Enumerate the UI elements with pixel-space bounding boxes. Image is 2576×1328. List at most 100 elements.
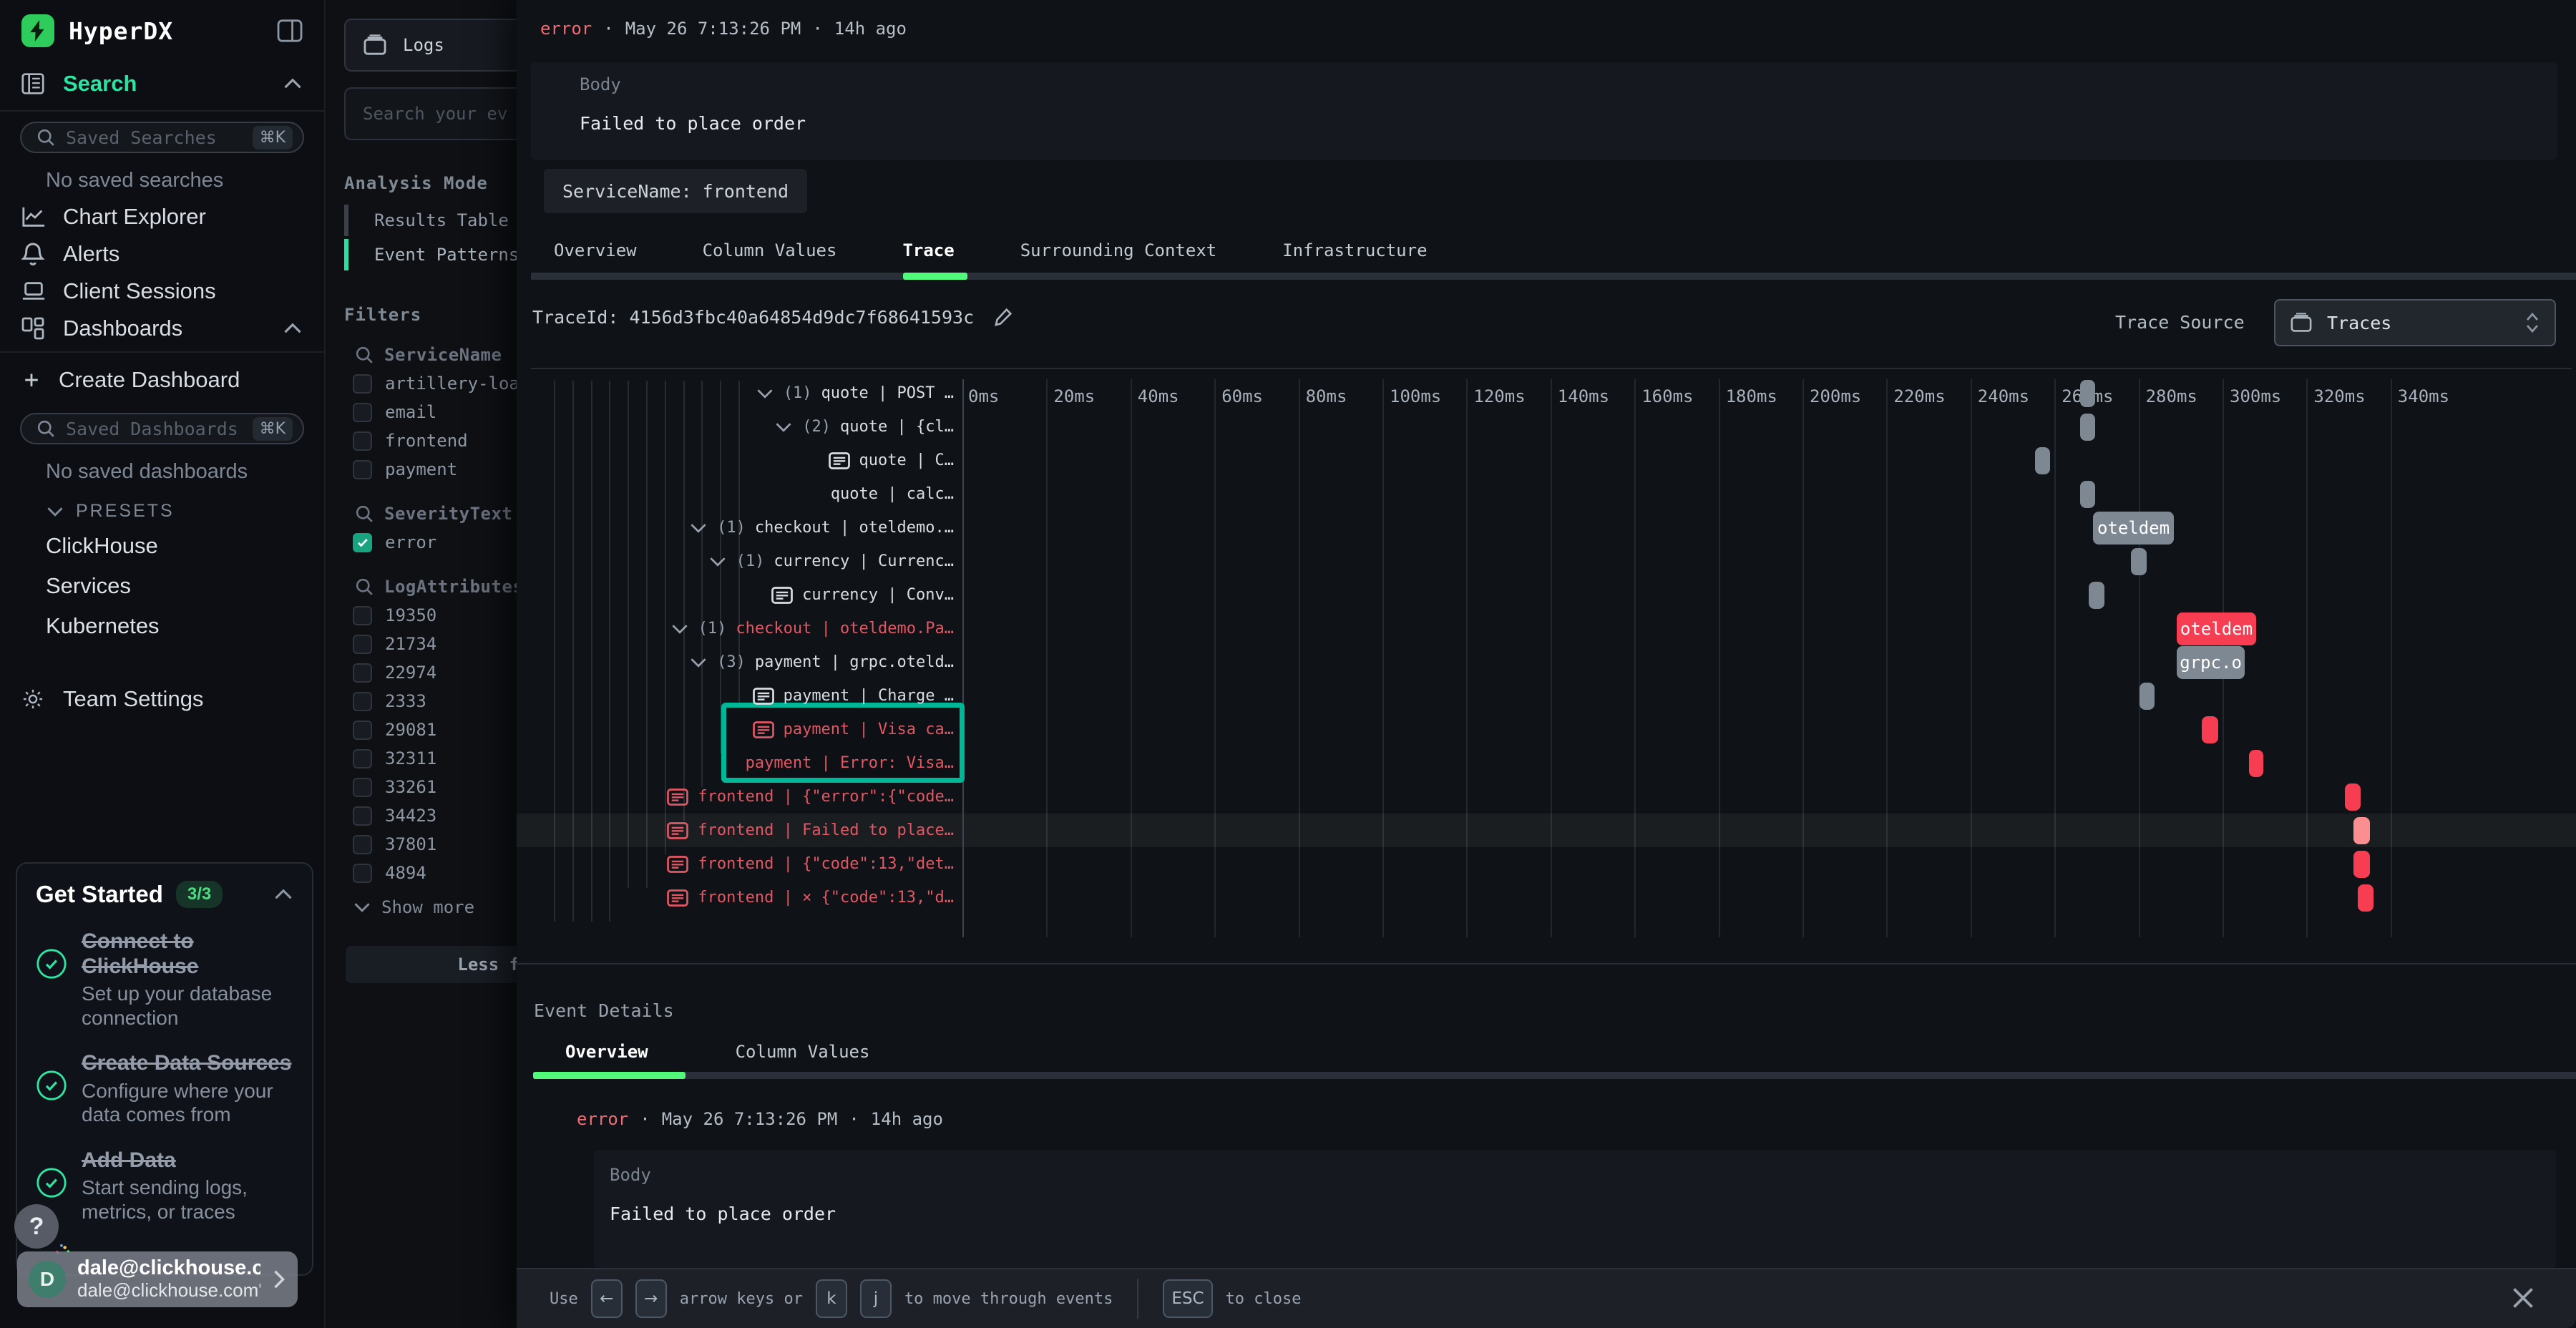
filter-group-name: ServiceName bbox=[384, 345, 502, 365]
span-row[interactable]: payment | Error: Visa… bbox=[545, 746, 954, 780]
user-account-chip[interactable]: D dale@clickhouse.com dale@clickhouse.co… bbox=[17, 1251, 298, 1307]
panel-tabs: Overview Column Values Trace Surrounding Co… bbox=[554, 240, 1428, 260]
span-row[interactable]: frontend | Failed to place… bbox=[545, 814, 954, 847]
span-row[interactable]: (1)currency | Currenc… bbox=[545, 545, 954, 578]
chevron-down-icon[interactable] bbox=[756, 388, 774, 399]
span-bar[interactable] bbox=[2089, 582, 2104, 609]
chevron-down-icon[interactable] bbox=[670, 623, 689, 635]
sidebar-item-kubernetes[interactable]: Kubernetes bbox=[0, 606, 324, 646]
span-row[interactable]: currency | Conv… bbox=[545, 578, 954, 612]
checkbox[interactable] bbox=[353, 606, 372, 625]
span-row[interactable]: payment | Visa ca… bbox=[545, 713, 954, 746]
event-details-tab-column-values[interactable]: Column Values bbox=[736, 1042, 870, 1062]
create-dashboard-button[interactable]: + Create Dashboard bbox=[0, 357, 324, 403]
active-tab-underline bbox=[533, 1072, 686, 1079]
saved-dashboards-placeholder: Saved Dashboards bbox=[66, 419, 243, 439]
checkbox[interactable] bbox=[353, 864, 372, 883]
service-name-tag[interactable]: ServiceName: frontend bbox=[544, 169, 807, 213]
tab-overview[interactable]: Overview bbox=[554, 240, 637, 260]
get-started-item[interactable]: Create Data SourcesConfigure where your … bbox=[36, 1051, 293, 1127]
checkbox[interactable] bbox=[353, 806, 372, 826]
span-row[interactable]: (1)quote | POST … bbox=[545, 376, 954, 410]
checkbox[interactable] bbox=[353, 533, 372, 552]
chevron-up-icon[interactable] bbox=[273, 888, 293, 901]
saved-searches-input[interactable]: Saved Searches ⌘K bbox=[20, 122, 304, 153]
span-row[interactable]: (3)payment | grpc.oteld… bbox=[545, 645, 954, 679]
span-bar[interactable] bbox=[2080, 414, 2095, 441]
checkbox[interactable] bbox=[353, 374, 372, 394]
chevron-down-icon[interactable] bbox=[708, 556, 727, 567]
sidebar-item-client-sessions[interactable]: Client Sessions bbox=[0, 273, 324, 310]
checkbox[interactable] bbox=[353, 635, 372, 654]
chevron-right-icon bbox=[272, 1269, 286, 1290]
log-doc-icon bbox=[753, 687, 774, 706]
span-bar[interactable] bbox=[2353, 851, 2370, 878]
sidebar-item-services[interactable]: Services bbox=[0, 566, 324, 606]
log-doc-icon bbox=[829, 451, 850, 470]
span-bar[interactable] bbox=[2140, 683, 2155, 710]
sidebar-item-alerts[interactable]: Alerts bbox=[0, 235, 324, 273]
span-bar[interactable]: grpc.o bbox=[2177, 646, 2245, 679]
checkbox[interactable] bbox=[353, 460, 372, 479]
span-row[interactable]: quote | calc… bbox=[545, 477, 954, 511]
sidebar-item-clickhouse[interactable]: ClickHouse bbox=[0, 526, 324, 566]
sidebar-section-search[interactable]: Search bbox=[0, 62, 324, 106]
trace-source-select[interactable]: Traces bbox=[2274, 299, 2556, 346]
tab-trace[interactable]: Trace bbox=[902, 240, 954, 260]
span-bar[interactable]: oteldem bbox=[2177, 612, 2256, 645]
get-started-item[interactable]: Connect to ClickHouseSet up your databas… bbox=[36, 929, 293, 1030]
waterfall-pane-divider[interactable] bbox=[962, 379, 964, 937]
sidebar-item-chart-explorer[interactable]: Chart Explorer bbox=[0, 198, 324, 235]
checkbox[interactable] bbox=[353, 431, 372, 451]
span-bar[interactable] bbox=[2345, 783, 2361, 811]
span-bar[interactable] bbox=[2358, 884, 2374, 912]
span-bar[interactable] bbox=[2035, 447, 2050, 474]
checkbox[interactable] bbox=[353, 778, 372, 797]
span-bar[interactable]: oteldem bbox=[2093, 512, 2175, 545]
avatar: D bbox=[29, 1261, 66, 1298]
mode-label: Results Table bbox=[374, 210, 509, 230]
help-button[interactable]: ? bbox=[14, 1204, 59, 1249]
span-bar[interactable] bbox=[2080, 380, 2095, 407]
checkbox[interactable] bbox=[353, 663, 372, 683]
sidebar-item-dashboards[interactable]: Dashboards bbox=[0, 310, 324, 347]
chevron-down-icon[interactable] bbox=[689, 522, 708, 534]
collapse-sidebar-icon[interactable] bbox=[277, 19, 303, 42]
chevron-down-icon[interactable] bbox=[689, 657, 708, 668]
right-arrow-key: → bbox=[635, 1279, 667, 1318]
presets-toggle[interactable]: PRESETS bbox=[0, 489, 324, 526]
saved-dashboards-input[interactable]: Saved Dashboards ⌘K bbox=[20, 413, 304, 444]
timeline-gridline bbox=[1802, 379, 1804, 937]
span-row[interactable]: (2)quote | {cl… bbox=[545, 410, 954, 444]
close-icon[interactable] bbox=[2506, 1281, 2540, 1315]
source-box-icon bbox=[2290, 313, 2313, 333]
span-row[interactable]: quote | C… bbox=[545, 444, 954, 477]
span-bar[interactable] bbox=[2249, 750, 2263, 777]
span-row[interactable]: frontend | {"code":13,"det… bbox=[545, 847, 954, 881]
span-bar[interactable] bbox=[2353, 817, 2370, 844]
checkbox[interactable] bbox=[353, 749, 372, 768]
sidebar-item-team-settings[interactable]: Team Settings bbox=[0, 680, 324, 718]
checkbox[interactable] bbox=[353, 403, 372, 422]
tab-surrounding-context[interactable]: Surrounding Context bbox=[1020, 240, 1217, 260]
span-row[interactable]: payment | Charge … bbox=[545, 679, 954, 713]
span-bar[interactable] bbox=[2080, 481, 2095, 508]
filter-option-label: 2333 bbox=[385, 691, 426, 711]
span-row[interactable]: frontend | × {"code":13,"d… bbox=[545, 881, 954, 914]
checkbox[interactable] bbox=[353, 835, 372, 854]
event-details-tab-overview[interactable]: Overview bbox=[565, 1042, 648, 1062]
span-row[interactable]: frontend | {"error":{"code… bbox=[545, 780, 954, 814]
edit-pencil-icon[interactable] bbox=[992, 306, 1014, 328]
get-started-progress-badge: 3/3 bbox=[176, 881, 223, 908]
checkbox[interactable] bbox=[353, 721, 372, 740]
span-row[interactable]: (1)checkout | oteldemo.Pa… bbox=[545, 612, 954, 645]
checkbox[interactable] bbox=[353, 692, 372, 711]
span-bar[interactable] bbox=[2202, 716, 2218, 743]
span-bar[interactable] bbox=[2131, 548, 2147, 575]
tab-infrastructure[interactable]: Infrastructure bbox=[1282, 240, 1427, 260]
span-row[interactable]: (1)checkout | oteldemo.… bbox=[545, 511, 954, 545]
shortcut-badge: ⌘K bbox=[253, 126, 293, 150]
get-started-item[interactable]: Add DataStart sending logs, metrics, or … bbox=[36, 1148, 293, 1224]
chevron-down-icon[interactable] bbox=[774, 421, 793, 433]
tab-column-values[interactable]: Column Values bbox=[703, 240, 837, 260]
